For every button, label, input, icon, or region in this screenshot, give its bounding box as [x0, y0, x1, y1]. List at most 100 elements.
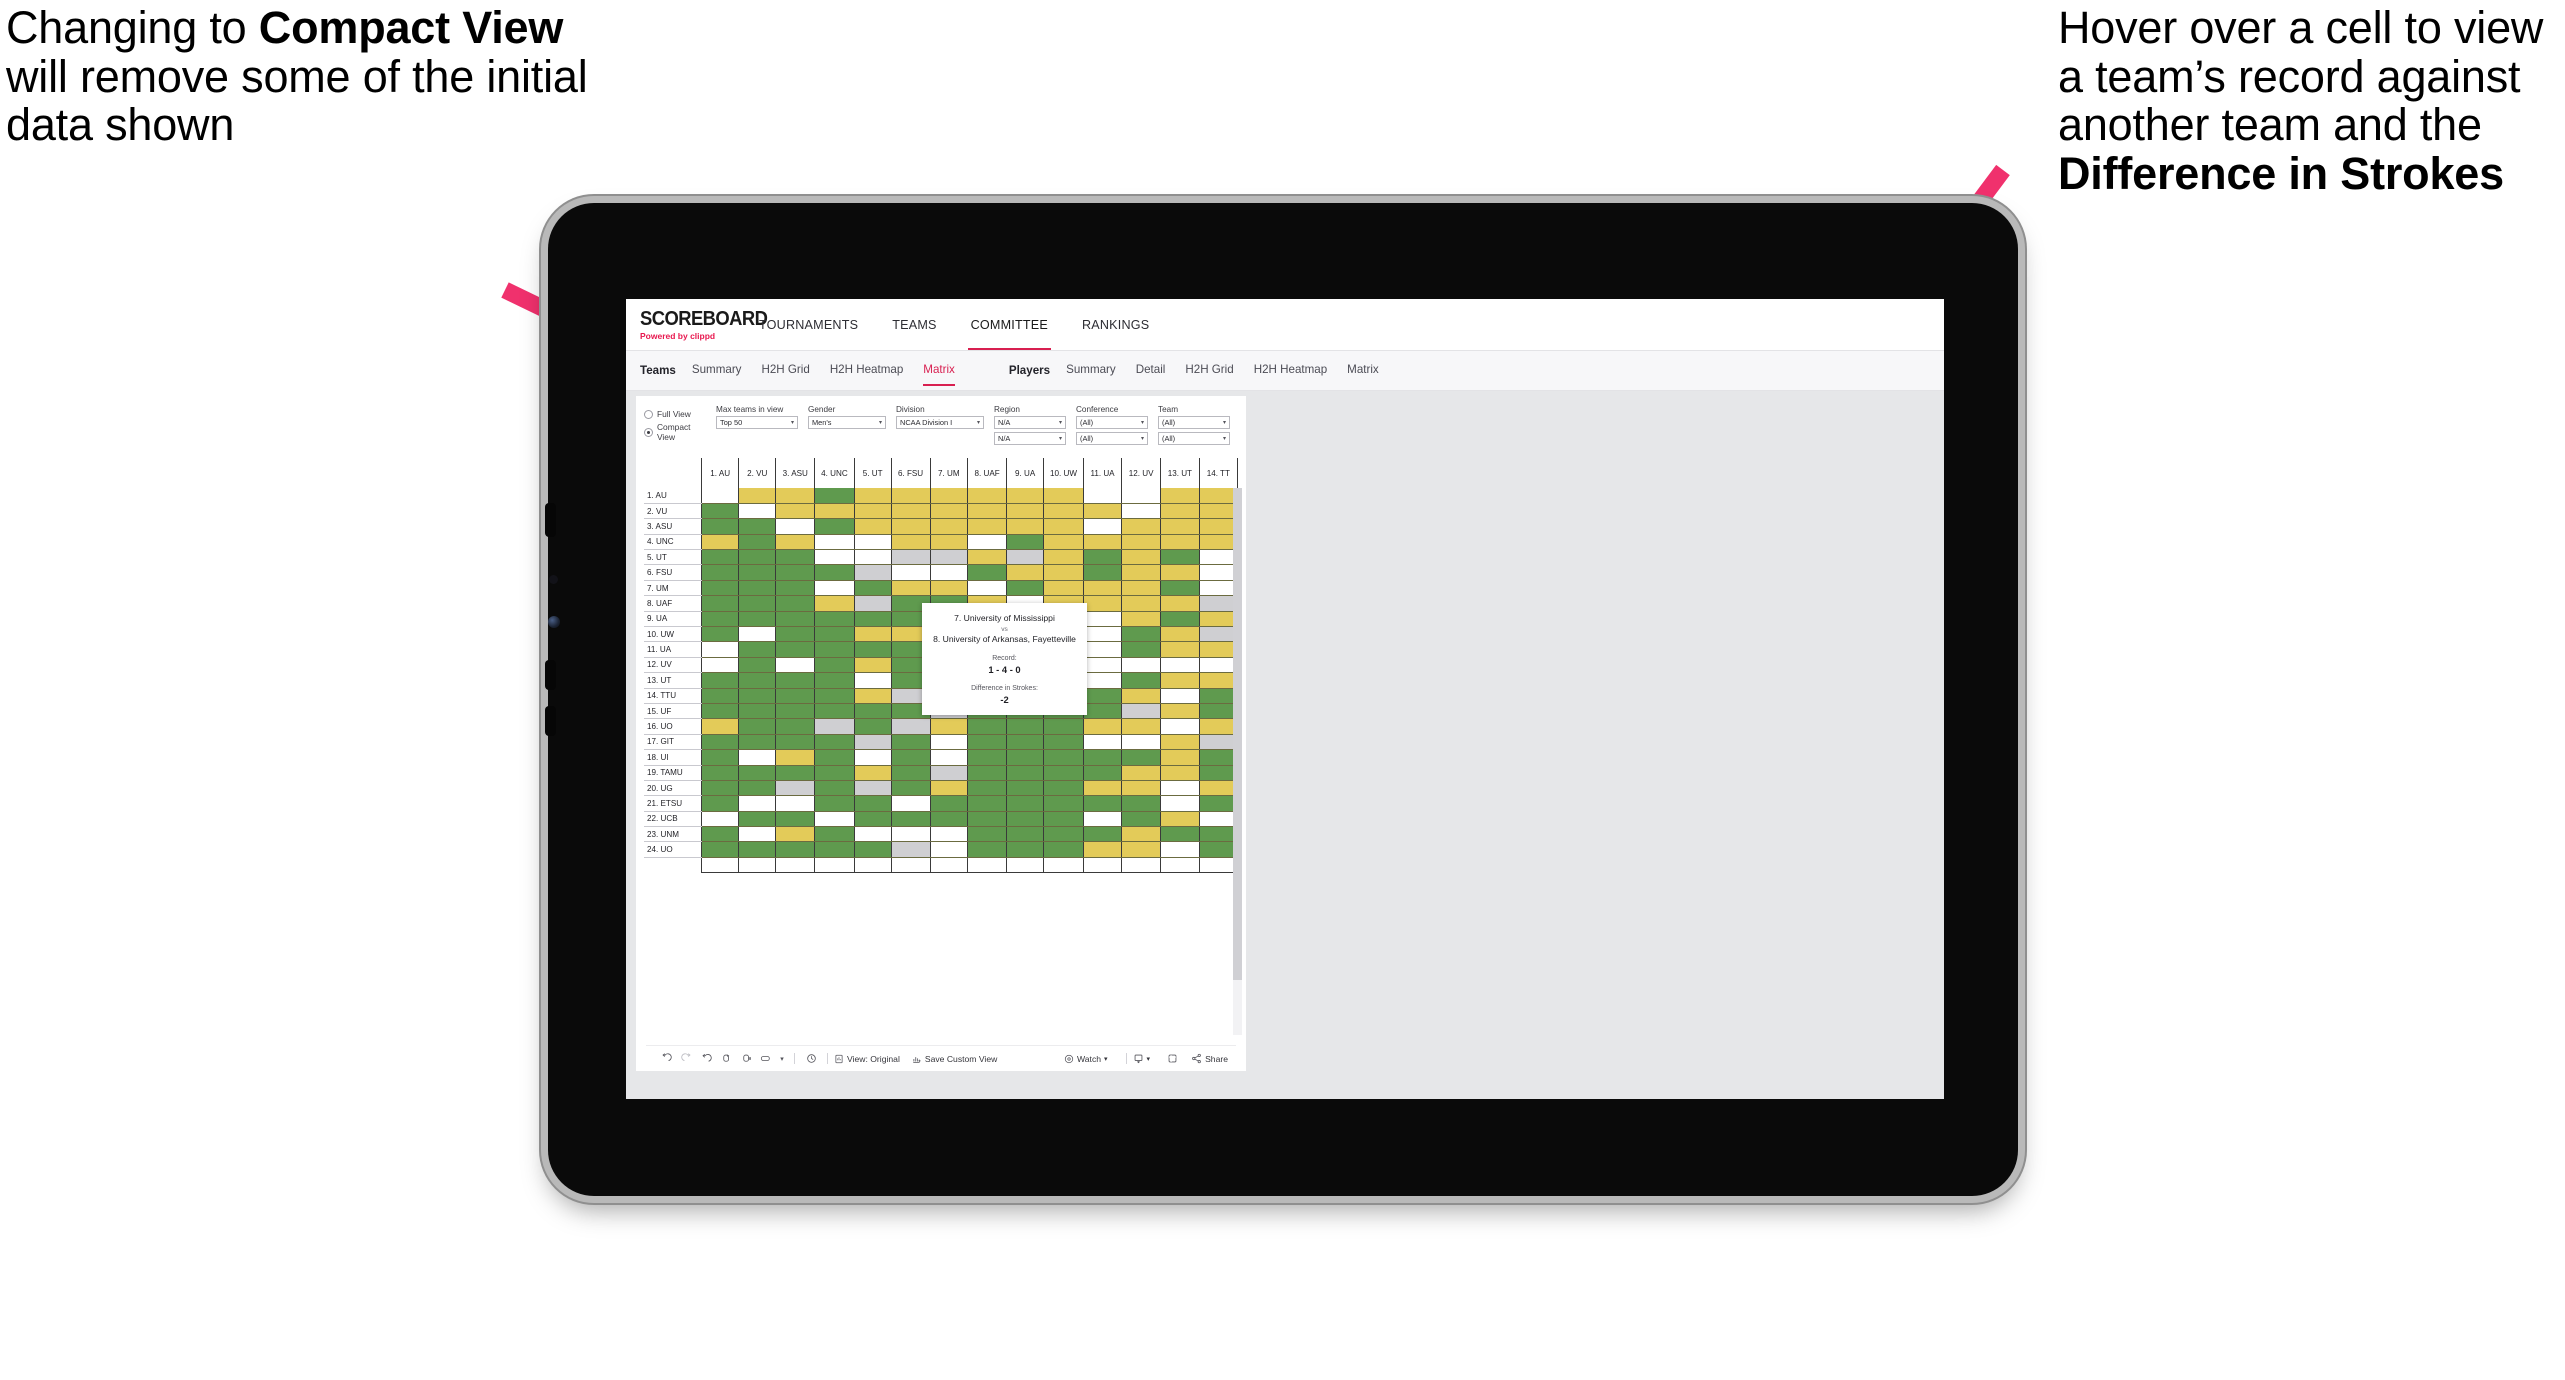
matrix-cell[interactable]	[1198, 503, 1238, 520]
filter-conference-select-2[interactable]: (All) ▾	[1076, 432, 1148, 445]
matrix-cell[interactable]	[967, 718, 1008, 735]
matrix-cell[interactable]	[1160, 534, 1200, 551]
matrix-cell[interactable]	[1043, 765, 1084, 781]
matrix-cell[interactable]	[1198, 688, 1238, 704]
matrix-cell[interactable]	[853, 780, 892, 797]
matrix-cell[interactable]	[814, 734, 855, 751]
matrix-cell[interactable]	[1043, 580, 1084, 597]
matrix-cell[interactable]	[701, 564, 740, 581]
tab-teams-h2h-grid[interactable]: H2H Grid	[761, 363, 809, 378]
matrix-cell[interactable]	[1082, 765, 1123, 781]
matrix-cell[interactable]	[1082, 657, 1123, 674]
matrix-cell[interactable]	[967, 841, 1008, 858]
matrix-cell[interactable]	[1121, 718, 1162, 735]
matrix-cell[interactable]	[1121, 626, 1162, 643]
matrix-cell[interactable]	[775, 595, 816, 612]
undo-icon[interactable]	[656, 1053, 676, 1064]
matrix-cell[interactable]	[1198, 534, 1238, 551]
matrix-cell[interactable]	[1006, 580, 1045, 597]
matrix-cell[interactable]	[1043, 718, 1084, 735]
matrix-cell[interactable]	[1160, 718, 1200, 735]
tab-teams-summary[interactable]: Summary	[692, 363, 742, 378]
matrix-cell[interactable]	[814, 549, 855, 566]
matrix-cell[interactable]	[1121, 611, 1162, 628]
matrix-cell[interactable]	[775, 580, 816, 597]
matrix-cell[interactable]	[701, 826, 740, 843]
matrix-cell[interactable]	[1160, 549, 1200, 566]
matrix-cell[interactable]	[1121, 734, 1162, 751]
matrix-cell[interactable]	[1160, 734, 1200, 751]
matrix-cell[interactable]	[853, 641, 892, 658]
matrix-cell[interactable]	[1082, 549, 1123, 566]
matrix-cell[interactable]	[967, 734, 1008, 751]
matrix-cell[interactable]	[967, 503, 1008, 520]
matrix-cell[interactable]	[1043, 488, 1084, 504]
tab-players-summary[interactable]: Summary	[1066, 363, 1116, 378]
matrix-cell[interactable]	[775, 518, 816, 535]
matrix-cell[interactable]	[775, 503, 816, 520]
matrix-cell[interactable]	[1006, 718, 1045, 735]
matrix-cell[interactable]	[1160, 580, 1200, 597]
matrix-cell[interactable]	[929, 795, 969, 812]
matrix-cell[interactable]	[1121, 488, 1162, 504]
matrix-cell[interactable]	[890, 580, 931, 597]
matrix-cell[interactable]	[853, 811, 892, 828]
matrix-cell[interactable]	[853, 488, 892, 504]
matrix-cell[interactable]	[1198, 826, 1238, 843]
matrix-cell[interactable]	[1198, 657, 1238, 674]
nav-committee[interactable]: COMMITTEE	[954, 299, 1065, 350]
matrix-cell[interactable]	[1198, 564, 1238, 581]
matrix-cell[interactable]	[1121, 641, 1162, 658]
matrix-cell[interactable]	[890, 503, 931, 520]
matrix-cell[interactable]	[1121, 780, 1162, 797]
nav-tournaments[interactable]: TOURNAMENTS	[742, 299, 875, 350]
nav-teams[interactable]: TEAMS	[875, 299, 953, 350]
tab-players-matrix[interactable]: Matrix	[1347, 363, 1379, 378]
radio-compact-view[interactable]: Compact View	[644, 422, 702, 442]
matrix-cell[interactable]	[701, 749, 740, 766]
matrix-cell[interactable]	[701, 534, 740, 551]
matrix-cell[interactable]	[890, 518, 931, 535]
matrix-cell[interactable]	[967, 749, 1008, 766]
matrix-cell[interactable]	[1121, 703, 1162, 720]
matrix-cell[interactable]	[738, 749, 777, 766]
matrix-cell[interactable]	[853, 657, 892, 674]
matrix-cell[interactable]	[1160, 780, 1200, 797]
matrix-cell[interactable]	[814, 534, 855, 551]
matrix-cell[interactable]	[775, 688, 816, 704]
matrix-cell[interactable]	[929, 503, 969, 520]
matrix-cell[interactable]	[929, 518, 969, 535]
matrix-cell[interactable]	[853, 503, 892, 520]
matrix-cell[interactable]	[775, 488, 816, 504]
matrix-cell[interactable]	[1198, 734, 1238, 751]
matrix-cell[interactable]	[701, 688, 740, 704]
matrix-cell[interactable]	[701, 549, 740, 566]
matrix-cell[interactable]	[967, 780, 1008, 797]
tab-players-h2h-grid[interactable]: H2H Grid	[1185, 363, 1233, 378]
matrix-cell[interactable]	[775, 718, 816, 735]
matrix-cell[interactable]	[775, 657, 816, 674]
matrix-cell[interactable]	[1006, 488, 1045, 504]
matrix-cell[interactable]	[738, 564, 777, 581]
matrix-cell[interactable]	[814, 811, 855, 828]
matrix-cell[interactable]	[814, 580, 855, 597]
refresh-icon[interactable]	[716, 1053, 736, 1064]
matrix-cell[interactable]	[775, 734, 816, 751]
matrix-cell[interactable]	[1082, 564, 1123, 581]
matrix-cell[interactable]	[1006, 534, 1045, 551]
matrix-cell[interactable]	[853, 795, 892, 812]
brand-logo[interactable]: SCOREBOARD Powered by clippd	[626, 299, 768, 350]
matrix-cell[interactable]	[1160, 688, 1200, 704]
matrix-cell[interactable]	[1043, 780, 1084, 797]
matrix-cell[interactable]	[1082, 534, 1123, 551]
matrix-cell[interactable]	[1160, 611, 1200, 628]
matrix-cell[interactable]	[1082, 826, 1123, 843]
matrix-cell[interactable]	[890, 534, 931, 551]
matrix-cell[interactable]	[1198, 811, 1238, 828]
matrix-cell[interactable]	[890, 765, 931, 781]
matrix-cell[interactable]	[1082, 811, 1123, 828]
matrix-cell[interactable]	[1198, 672, 1238, 689]
matrix-cell[interactable]	[814, 564, 855, 581]
matrix-cell[interactable]	[1082, 641, 1123, 658]
matrix-cell[interactable]	[929, 749, 969, 766]
